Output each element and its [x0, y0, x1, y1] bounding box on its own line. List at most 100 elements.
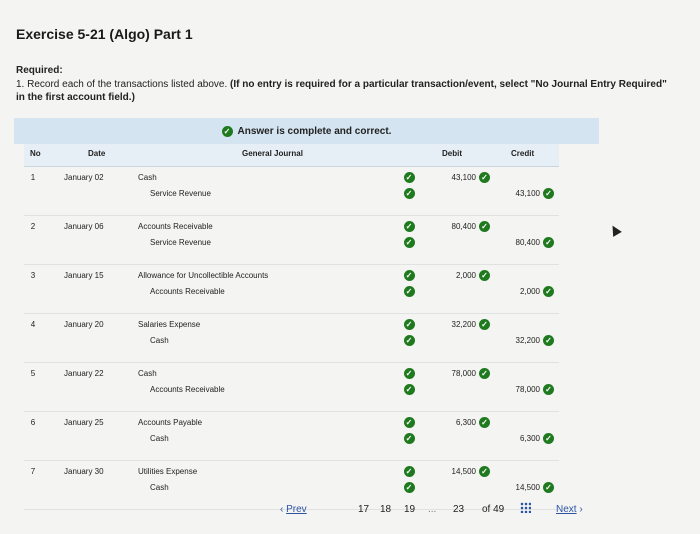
prev-button[interactable]: ‹ Prev	[280, 504, 307, 515]
check-icon: ✓	[543, 236, 554, 248]
check-icon: ✓	[403, 318, 415, 330]
check-icon: ✓	[403, 285, 415, 297]
header-date: Date	[88, 149, 106, 158]
debit-account-field[interactable]: Allowance for Uncollectible Accounts	[138, 267, 388, 283]
entry-number: 4	[30, 319, 36, 329]
debit-field[interactable]: 80,400 ✓	[432, 218, 490, 234]
debit-account-field[interactable]: Cash	[138, 169, 388, 185]
entry-date[interactable]: January 20	[64, 316, 136, 332]
entry-date[interactable]: January 22	[64, 365, 136, 381]
entry-number: 5	[30, 368, 36, 378]
check-icon: ✓	[221, 125, 233, 137]
check-icon: ✓	[403, 220, 415, 232]
row-check: ✓	[402, 332, 416, 348]
check-icon: ✓	[403, 334, 415, 346]
required-heading: Required:	[16, 65, 63, 76]
required-instructions: 1. Record each of the transactions liste…	[16, 78, 676, 104]
credit-account-field[interactable]: Cash	[150, 430, 390, 446]
credit-field[interactable]: 78,000 ✓	[494, 381, 554, 397]
credit-field[interactable]: 32,200 ✓	[494, 332, 554, 348]
check-icon: ✓	[479, 269, 490, 281]
row-check: ✓	[402, 267, 416, 283]
credit-account-field[interactable]: Accounts Receivable	[150, 381, 390, 397]
check-icon: ✓	[403, 432, 415, 444]
header-journal: General Journal	[242, 149, 303, 158]
debit-account-field[interactable]: Utilities Expense	[138, 463, 388, 479]
page-ellipsis: ...	[428, 504, 437, 515]
header-debit: Debit	[442, 149, 462, 158]
credit-account-field[interactable]: Cash	[150, 332, 390, 348]
credit-amount: 6,300	[519, 433, 540, 443]
check-icon: ✓	[543, 334, 554, 346]
journal-entry-row: 3 January 15 Allowance for Uncollectible A…	[24, 265, 559, 314]
credit-account-field[interactable]: Accounts Receivable	[150, 283, 390, 299]
credit-account-field[interactable]: Service Revenue	[150, 234, 390, 250]
check-icon: ✓	[543, 285, 554, 297]
journal-table: No Date General Journal Debit Credit 1 Ja…	[24, 144, 559, 510]
entry-number: 7	[30, 466, 36, 476]
row-check: ✓	[402, 316, 416, 332]
check-icon: ✓	[543, 481, 554, 493]
debit-amount: 43,100	[451, 172, 476, 182]
header-credit: Credit	[511, 149, 535, 158]
answer-status-text: Answer is complete and correct.	[237, 125, 392, 137]
check-icon: ✓	[543, 432, 554, 444]
check-icon: ✓	[479, 416, 490, 428]
journal-entry-row: 6 January 25 Accounts Payable Cash ✓ ✓ 6,300 ✓ 6…	[24, 412, 559, 461]
credit-field[interactable]: 2,000 ✓	[494, 283, 554, 299]
journal-entry-row: 4 January 20 Salaries Expense Cash ✓ ✓ 32,200 ✓…	[24, 314, 559, 363]
row-check: ✓	[402, 414, 416, 430]
debit-field[interactable]: 2,000 ✓	[432, 267, 490, 283]
credit-field[interactable]: 80,400 ✓	[494, 234, 554, 250]
entry-date[interactable]: January 02	[64, 169, 136, 185]
credit-amount: 2,000	[519, 286, 540, 296]
row-check: ✓	[402, 365, 416, 381]
entry-number: 3	[30, 270, 36, 280]
debit-account-field[interactable]: Cash	[138, 365, 388, 381]
page-17[interactable]: 17	[358, 504, 369, 515]
debit-amount: 14,500	[451, 466, 476, 476]
check-icon: ✓	[403, 171, 415, 183]
credit-field[interactable]: 43,100 ✓	[494, 185, 554, 201]
check-icon: ✓	[403, 236, 415, 248]
grid-icon[interactable]	[520, 502, 531, 513]
row-check: ✓	[402, 381, 416, 397]
debit-field[interactable]: 78,000 ✓	[432, 365, 490, 381]
check-icon: ✓	[479, 465, 490, 477]
check-icon: ✓	[403, 367, 415, 379]
check-icon: ✓	[403, 481, 415, 493]
row-check: ✓	[402, 169, 416, 185]
page-18[interactable]: 18	[380, 504, 391, 515]
entry-number: 6	[30, 417, 36, 427]
row-check: ✓	[402, 218, 416, 234]
entry-number: 2	[30, 221, 36, 231]
next-button[interactable]: Next ›	[556, 504, 583, 515]
check-icon: ✓	[403, 383, 415, 395]
page-19[interactable]: 19	[404, 504, 415, 515]
entry-date[interactable]: January 25	[64, 414, 136, 430]
row-check: ✓	[402, 283, 416, 299]
debit-amount: 80,400	[451, 221, 476, 231]
credit-amount: 43,100	[515, 188, 540, 198]
debit-account-field[interactable]: Accounts Payable	[138, 414, 388, 430]
entry-date[interactable]: January 15	[64, 267, 136, 283]
credit-amount: 14,500	[515, 482, 540, 492]
table-header: No Date General Journal Debit Credit	[24, 144, 559, 167]
debit-field[interactable]: 14,500 ✓	[432, 463, 490, 479]
credit-account-field[interactable]: Cash	[150, 479, 390, 495]
page-title: Exercise 5-21 (Algo) Part 1	[16, 26, 193, 42]
entry-date[interactable]: January 30	[64, 463, 136, 479]
entry-date[interactable]: January 06	[64, 218, 136, 234]
credit-field[interactable]: 14,500 ✓	[494, 479, 554, 495]
debit-account-field[interactable]: Salaries Expense	[138, 316, 388, 332]
debit-account-field[interactable]: Accounts Receivable	[138, 218, 388, 234]
credit-account-field[interactable]: Service Revenue	[150, 185, 390, 201]
journal-entry-row: 5 January 22 Cash Accounts Receivable ✓ ✓ 78,0…	[24, 363, 559, 412]
debit-field[interactable]: 32,200 ✓	[432, 316, 490, 332]
credit-field[interactable]: 6,300 ✓	[494, 430, 554, 446]
required-text: 1. Record each of the transactions liste…	[16, 79, 228, 90]
entry-number: 1	[30, 172, 36, 182]
check-icon: ✓	[403, 416, 415, 428]
debit-field[interactable]: 43,100 ✓	[432, 169, 490, 185]
debit-field[interactable]: 6,300 ✓	[432, 414, 490, 430]
